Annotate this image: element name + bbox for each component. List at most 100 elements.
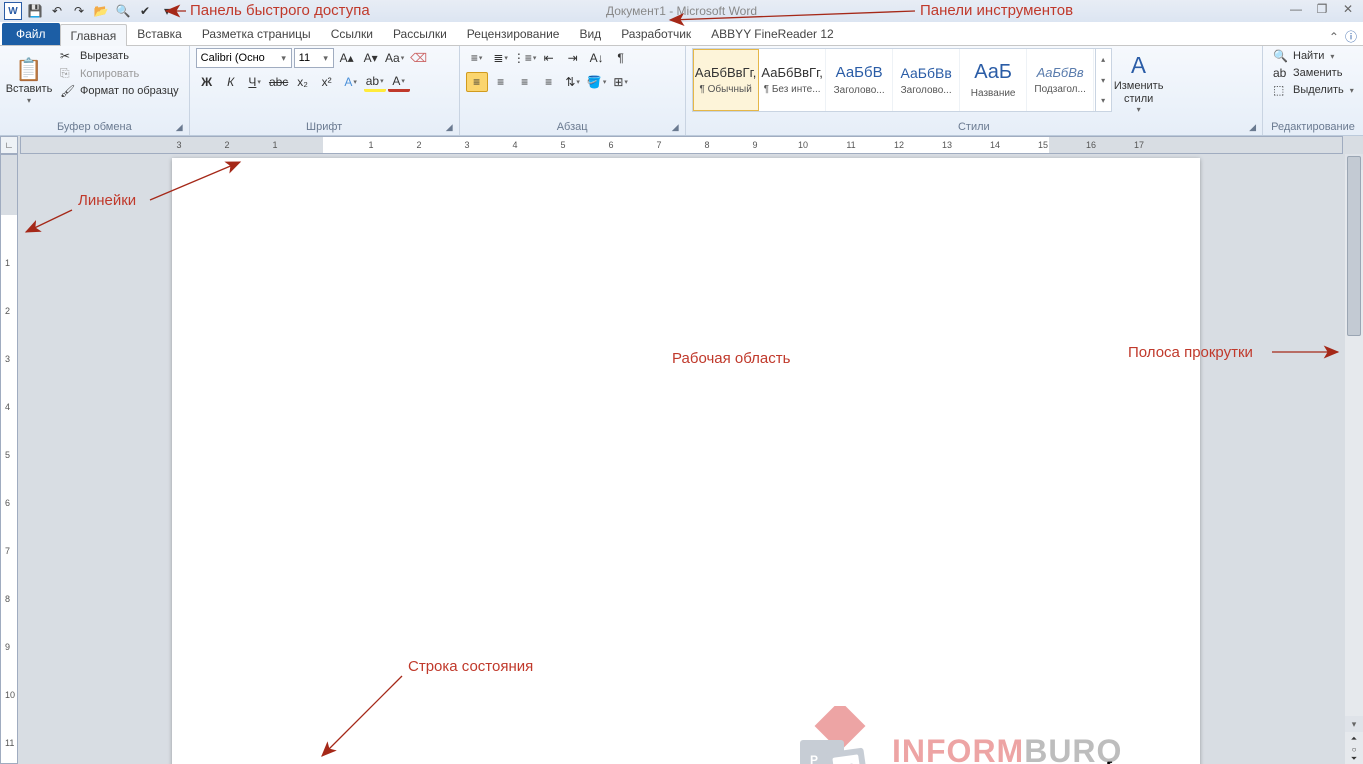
- redo-icon[interactable]: ↷: [70, 2, 88, 20]
- customize-qat-icon[interactable]: ▾: [158, 2, 176, 20]
- minimize-ribbon-icon[interactable]: ⌃: [1329, 30, 1339, 44]
- font-launcher-icon[interactable]: ◢: [446, 122, 453, 133]
- tab-references[interactable]: Ссылки: [321, 23, 383, 45]
- editing-label: Редактирование: [1271, 121, 1355, 133]
- show-marks-icon[interactable]: ¶: [610, 48, 632, 68]
- copy-icon: ⎘: [60, 66, 76, 81]
- close-icon[interactable]: ✕: [1339, 2, 1357, 16]
- styles-more-icon[interactable]: ▾: [1096, 90, 1111, 111]
- clear-format-icon[interactable]: ⌫: [408, 48, 430, 68]
- group-font: ▾ ▾ A▴ A▾ Aa▾ ⌫ Ж К Ч▾ abc x₂ x² A▾ ab▾ …: [190, 46, 460, 135]
- indent-decrease-icon[interactable]: ⇤: [538, 48, 560, 68]
- strike-icon[interactable]: abc: [268, 72, 290, 92]
- replace-button[interactable]: abЗаменить: [1269, 65, 1358, 81]
- browse-object-icon[interactable]: ○: [1345, 744, 1363, 754]
- quick-access-toolbar: W 💾 ↶ ↷ 📂 🔍 ✔ ▾: [0, 2, 176, 20]
- cut-icon: ✂: [60, 49, 76, 63]
- tab-home[interactable]: Главная: [60, 24, 128, 46]
- paragraph-launcher-icon[interactable]: ◢: [672, 122, 679, 133]
- highlight-icon[interactable]: ab▾: [364, 72, 386, 92]
- clipboard-launcher-icon[interactable]: ◢: [176, 122, 183, 133]
- styles-launcher-icon[interactable]: ◢: [1249, 122, 1256, 133]
- text-effects-icon[interactable]: A▾: [340, 72, 362, 92]
- bullets-icon[interactable]: ≡▾: [466, 48, 488, 68]
- find-icon: 🔍: [1273, 49, 1289, 63]
- document-page[interactable]: [172, 158, 1200, 764]
- style-heading1[interactable]: АаБбВЗаголово...: [827, 49, 893, 111]
- align-right-icon[interactable]: ≡: [514, 72, 536, 92]
- chevron-down-icon[interactable]: ▾: [277, 53, 291, 64]
- multilevel-icon[interactable]: ⋮≡▾: [514, 48, 536, 68]
- italic-icon[interactable]: К: [220, 72, 242, 92]
- align-center-icon[interactable]: ≡: [490, 72, 512, 92]
- scroll-down-icon[interactable]: ▾: [1345, 716, 1363, 732]
- shading-icon[interactable]: 🪣▾: [586, 72, 608, 92]
- style-title[interactable]: АаБНазвание: [961, 49, 1027, 111]
- align-left-icon[interactable]: ≡: [466, 72, 488, 92]
- vertical-ruler[interactable]: 123456789101112: [0, 154, 18, 764]
- sort-icon[interactable]: A↓: [586, 48, 608, 68]
- style-normal[interactable]: АаБбВвГг,¶ Обычный: [693, 49, 759, 111]
- change-styles-icon: Ａ: [1128, 48, 1150, 80]
- justify-icon[interactable]: ≡: [538, 72, 560, 92]
- change-styles-button[interactable]: Ａ Изменить стили ▾: [1116, 48, 1162, 114]
- cut-button[interactable]: ✂Вырезать: [56, 48, 183, 64]
- window-title: Документ1 - Microsoft Word: [606, 4, 757, 18]
- tab-insert[interactable]: Вставка: [127, 23, 192, 45]
- tab-developer[interactable]: Разработчик: [611, 23, 701, 45]
- copy-button[interactable]: ⎘Копировать: [56, 65, 183, 82]
- style-heading2[interactable]: АаБбВвЗаголово...: [894, 49, 960, 111]
- font-color-icon[interactable]: A▾: [388, 72, 410, 92]
- title-bar: W 💾 ↶ ↷ 📂 🔍 ✔ ▾ Документ1 - Microsoft Wo…: [0, 0, 1363, 22]
- line-spacing-icon[interactable]: ⇅▾: [562, 72, 584, 92]
- superscript-icon[interactable]: x²: [316, 72, 338, 92]
- paste-button[interactable]: 📋 Вставить ▾: [6, 48, 52, 114]
- chevron-down-icon[interactable]: ▾: [319, 53, 333, 64]
- help-icon[interactable]: ⓘ: [1345, 28, 1357, 45]
- minimize-icon[interactable]: ―: [1287, 2, 1305, 16]
- next-page-icon[interactable]: ⏷: [1345, 754, 1363, 764]
- styles-scroll-up-icon[interactable]: ▴: [1096, 49, 1111, 70]
- scroll-thumb[interactable]: [1347, 156, 1361, 336]
- restore-icon[interactable]: ❐: [1313, 2, 1331, 16]
- tab-selector-icon[interactable]: ∟: [0, 136, 18, 154]
- borders-icon[interactable]: ⊞▾: [610, 72, 632, 92]
- file-tab[interactable]: Файл: [2, 23, 60, 45]
- prev-page-icon[interactable]: ⏶: [1345, 734, 1363, 744]
- save-icon[interactable]: 💾: [26, 2, 44, 20]
- tab-review[interactable]: Рецензирование: [457, 23, 570, 45]
- document-area: ∟ 1234567891011121314151617123 123456789…: [0, 136, 1363, 764]
- styles-gallery[interactable]: АаБбВвГг,¶ Обычный АаБбВвГг,¶ Без инте..…: [692, 48, 1112, 112]
- find-button[interactable]: 🔍Найти▾: [1269, 48, 1358, 64]
- font-family-combo[interactable]: ▾: [196, 48, 292, 68]
- indent-increase-icon[interactable]: ⇥: [562, 48, 584, 68]
- font-size-combo[interactable]: ▾: [294, 48, 334, 68]
- tab-view[interactable]: Вид: [569, 23, 611, 45]
- numbering-icon[interactable]: ≣▾: [490, 48, 512, 68]
- underline-icon[interactable]: Ч▾: [244, 72, 266, 92]
- subscript-icon[interactable]: x₂: [292, 72, 314, 92]
- format-painter-button[interactable]: 🖌Формат по образцу: [56, 83, 183, 99]
- preview-icon[interactable]: 🔍: [114, 2, 132, 20]
- change-case-icon[interactable]: Aa▾: [384, 48, 406, 68]
- group-paragraph: ≡▾ ≣▾ ⋮≡▾ ⇤ ⇥ A↓ ¶ ≡ ≡ ≡ ≡ ⇅▾ 🪣▾ ⊞▾: [460, 46, 686, 135]
- paragraph-label: Абзац: [557, 121, 588, 133]
- spellcheck-icon[interactable]: ✔: [136, 2, 154, 20]
- paste-icon: 📋: [15, 57, 42, 83]
- vertical-scrollbar[interactable]: ▴ ▾ ⏶ ○ ⏷: [1345, 154, 1363, 764]
- grow-font-icon[interactable]: A▴: [336, 48, 358, 68]
- style-subtitle[interactable]: АаБбВвПодзагол...: [1028, 49, 1094, 111]
- tab-page-layout[interactable]: Разметка страницы: [192, 23, 321, 45]
- open-icon[interactable]: 📂: [92, 2, 110, 20]
- styles-scroll-down-icon[interactable]: ▾: [1096, 70, 1111, 91]
- word-logo-icon[interactable]: W: [4, 2, 22, 20]
- tab-abbyy[interactable]: ABBYY FineReader 12: [701, 23, 844, 45]
- group-clipboard: 📋 Вставить ▾ ✂Вырезать ⎘Копировать 🖌Форм…: [0, 46, 190, 135]
- select-button[interactable]: ⬚Выделить▾: [1269, 82, 1358, 98]
- tab-mailings[interactable]: Рассылки: [383, 23, 457, 45]
- horizontal-ruler[interactable]: 1234567891011121314151617123: [20, 136, 1343, 154]
- bold-icon[interactable]: Ж: [196, 72, 218, 92]
- style-no-spacing[interactable]: АаБбВвГг,¶ Без инте...: [760, 49, 826, 111]
- shrink-font-icon[interactable]: A▾: [360, 48, 382, 68]
- undo-icon[interactable]: ↶: [48, 2, 66, 20]
